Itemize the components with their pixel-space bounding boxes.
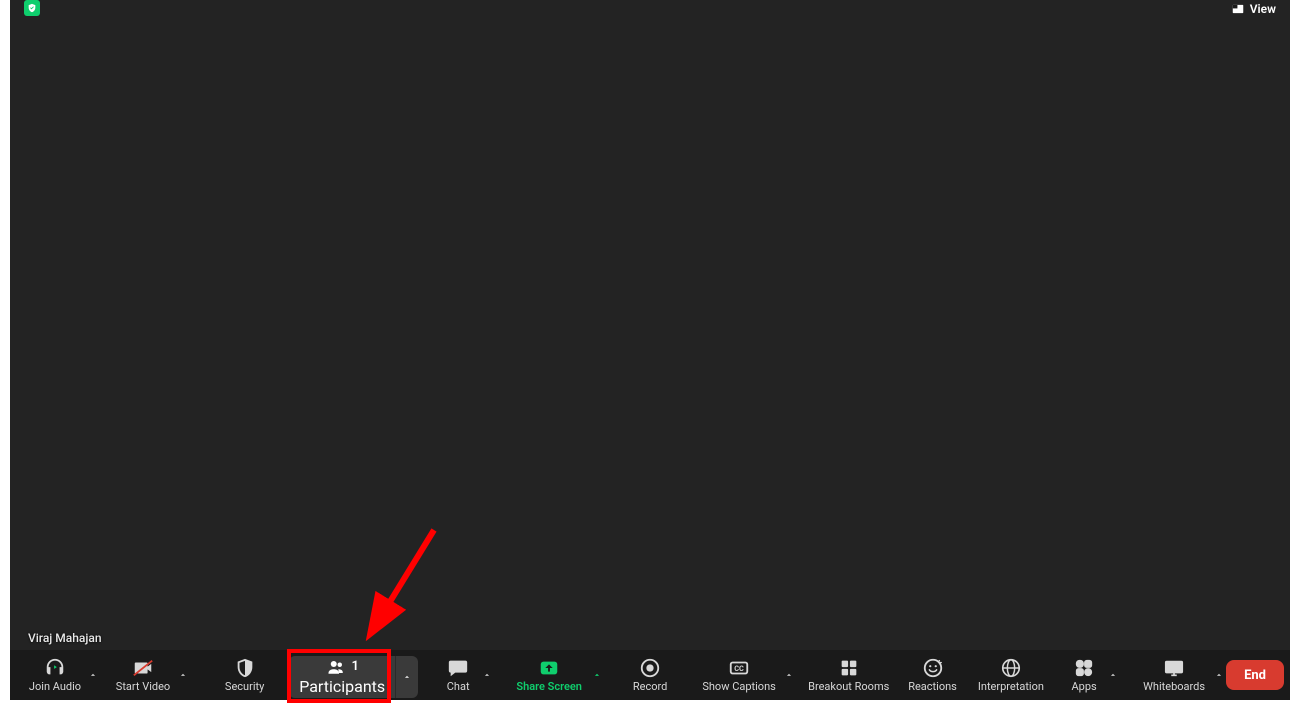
shield-icon [234,657,256,679]
interpretation-button[interactable]: Interpretation [974,650,1048,700]
whiteboards-options-caret[interactable] [1212,650,1226,700]
start-video-options-caret[interactable] [176,650,190,700]
self-name-overlay: Viraj Mahajan [28,631,102,645]
chat-options-caret[interactable] [480,650,494,700]
reactions-label: Reactions [908,680,957,693]
meeting-toolbar: Join Audio Start Video Security [10,650,1290,700]
svg-text:CC: CC [734,664,744,673]
reactions-button[interactable]: Reactions [903,650,961,700]
apps-icon [1073,657,1095,679]
whiteboard-icon [1163,657,1185,679]
reactions-icon [922,657,944,679]
chat-button[interactable]: Chat [436,650,480,700]
join-audio-label: Join Audio [29,680,81,693]
join-audio-options-caret[interactable] [86,650,100,700]
meeting-video-area: View Viraj Mahajan [10,0,1290,650]
security-button[interactable]: Security [218,650,271,700]
participants-button[interactable]: 1 Participants [289,656,395,698]
record-label: Record [633,680,667,693]
participants-label: Participants [299,677,385,696]
chat-label: Chat [447,680,470,693]
record-button[interactable]: Record [626,650,674,700]
interpretation-label: Interpretation [978,680,1044,693]
captions-icon: CC [728,657,750,679]
apps-label: Apps [1071,680,1096,693]
show-captions-button[interactable]: CC Show Captions [696,650,782,700]
share-screen-button[interactable]: Share Screen [508,650,590,700]
show-captions-label: Show Captions [702,680,775,693]
breakout-rooms-icon [838,657,860,679]
end-label: End [1244,668,1266,683]
participants-options-caret[interactable] [395,656,418,698]
view-label: View [1250,2,1276,16]
security-label: Security [225,680,264,693]
view-button[interactable]: View [1229,0,1278,18]
participants-count: 1 [351,659,358,674]
end-meeting-button[interactable]: End [1226,660,1284,690]
apps-button[interactable]: Apps [1062,650,1106,700]
participants-icon [325,658,347,676]
whiteboards-button[interactable]: Whiteboards [1136,650,1212,700]
breakout-rooms-label: Breakout Rooms [808,680,889,693]
headphones-icon [44,657,66,679]
start-video-button[interactable]: Start Video [110,650,176,700]
share-screen-options-caret[interactable] [590,650,604,700]
video-off-icon [132,657,154,679]
globe-icon [1000,657,1022,679]
share-screen-label: Share Screen [516,680,582,693]
whiteboards-label: Whiteboards [1143,680,1205,693]
apps-options-caret[interactable] [1106,650,1120,700]
show-captions-options-caret[interactable] [782,650,796,700]
encryption-shield-icon[interactable] [24,0,40,16]
share-screen-icon [538,657,560,679]
join-audio-button[interactable]: Join Audio [24,650,86,700]
breakout-rooms-button[interactable]: Breakout Rooms [806,650,891,700]
start-video-label: Start Video [116,680,170,693]
chat-icon [447,657,469,679]
record-icon [639,657,661,679]
